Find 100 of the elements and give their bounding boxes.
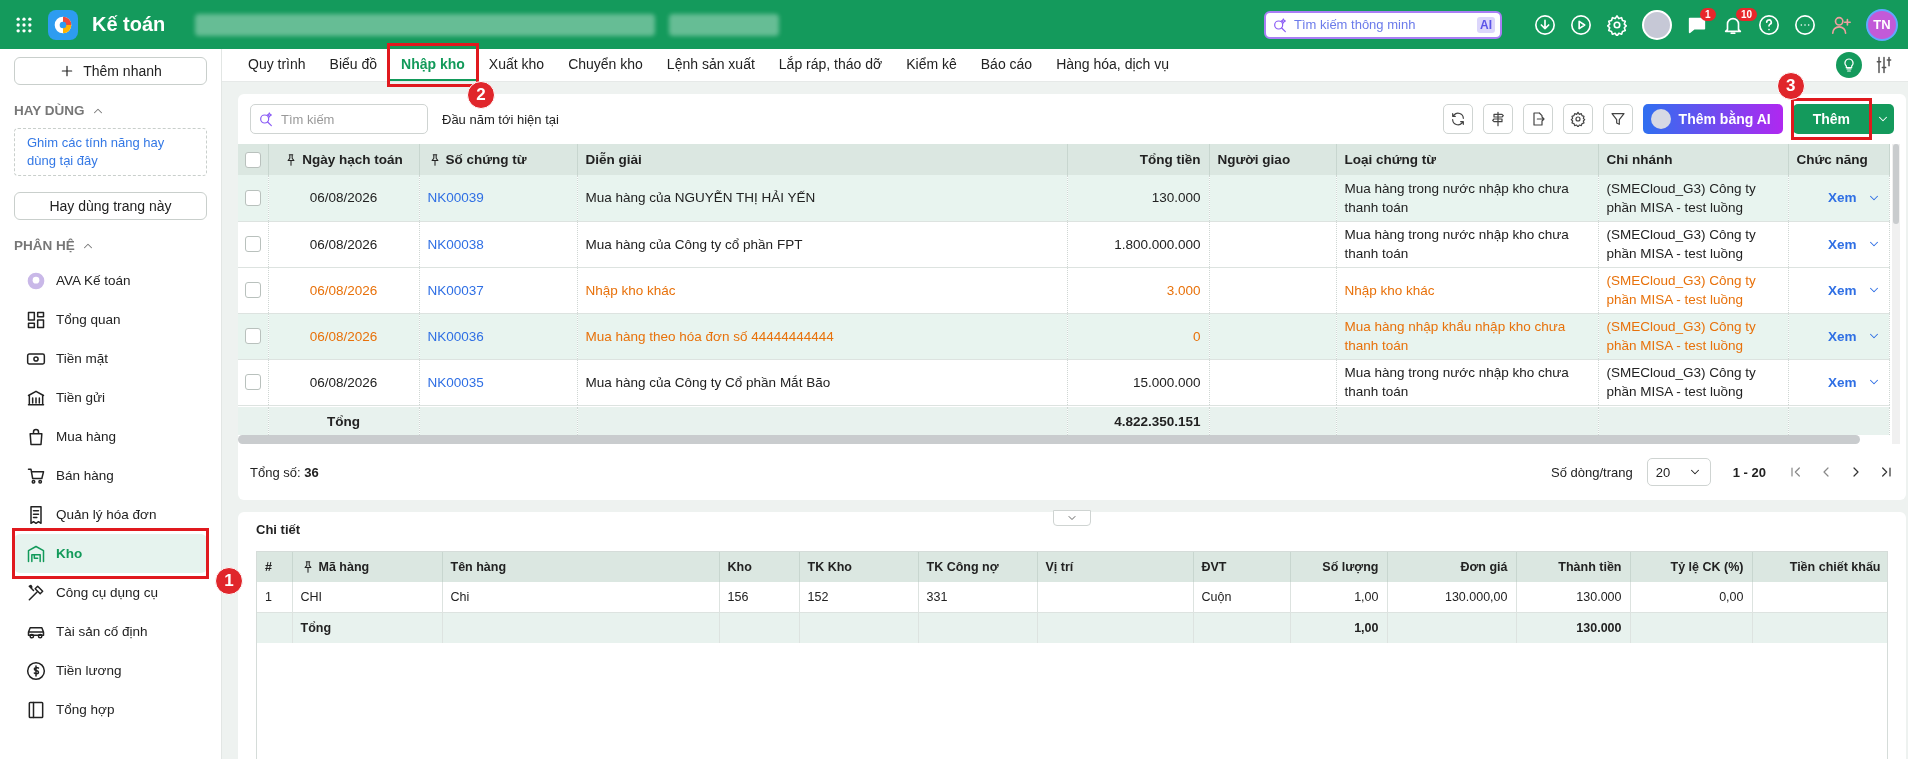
detail-title: Chi tiết (256, 522, 302, 537)
play-icon (1570, 13, 1592, 36)
ai-search-icon (1272, 16, 1288, 33)
download-button[interactable] (1534, 13, 1556, 36)
sidebar-item[interactable]: AVA Kế toán (14, 261, 207, 300)
tab[interactable]: Kiểm kê (894, 49, 969, 81)
select-all-checkbox[interactable] (244, 151, 261, 168)
view-link[interactable]: Xem (1827, 328, 1857, 344)
voucher-number-link[interactable]: NK00036 (427, 328, 484, 344)
view-link[interactable]: Xem (1827, 282, 1857, 298)
table-cell: 1,00 (1290, 582, 1387, 613)
tab[interactable]: Lắp ráp, tháo dỡ (766, 49, 895, 81)
section-title: PHÂN HỆ (14, 238, 75, 253)
column-header: Người giao (1217, 152, 1291, 167)
tab[interactable]: Biểu đồ (317, 49, 390, 81)
page-range: 1 - 20 (1732, 464, 1766, 480)
signpost-button[interactable] (1482, 104, 1513, 134)
row-checkbox[interactable] (244, 189, 261, 206)
total-count: Tổng số: 36 (250, 464, 319, 480)
lightbulb-icon (1841, 57, 1857, 73)
total-label: Tổng (292, 612, 442, 643)
tab[interactable]: Lệnh sản xuất (654, 49, 767, 81)
tab[interactable]: Nhập kho (389, 49, 477, 81)
sidebar-item[interactable]: Tiền lương (14, 651, 207, 690)
view-link[interactable]: Xem (1827, 236, 1857, 252)
row-checkbox[interactable] (244, 374, 261, 390)
add-button[interactable]: Thêm (1792, 104, 1870, 134)
table-cell: 331 (918, 582, 1037, 613)
voucher-number-link[interactable]: NK00038 (427, 236, 484, 252)
table-cell: 130.000 (1067, 175, 1209, 221)
download-icon (1534, 13, 1556, 36)
refresh-button[interactable] (1442, 104, 1473, 134)
settings-button[interactable] (1562, 104, 1593, 134)
table-row[interactable]: 06/08/2026 NK00036 Mua hàng theo hóa đơn số 44444444444 0 Mua hàng nhập khẩu nhập kho chưa thanh toán (SMECloud_G3) Công ty phần MISA - test luồng Xem (238, 313, 1889, 359)
view-link[interactable]: Xem (1827, 190, 1857, 206)
sidebar-item[interactable]: Tổng quan (14, 300, 207, 339)
table-cell: Mua hàng trong nước nhập kho chưa thanh toán (1336, 221, 1598, 267)
sidebar-item[interactable]: Quản lý hóa đơn (14, 495, 207, 534)
sidebar-item[interactable]: Công cụ dụng cụ (14, 573, 207, 612)
favorite-page-button[interactable]: Hay dùng trang này (14, 192, 207, 220)
table-row[interactable]: 06/08/2026 NK00038 Mua hàng của Công ty cổ phần FPT 1.800.000.000 Mua hàng trong nước nhập kho chưa thanh toán (SMECloud_G3) Công ty phần MISA - test luồng Xem (238, 221, 1889, 267)
total-cell: 130.000 (1516, 612, 1630, 643)
help-icon (1758, 13, 1780, 36)
column-header: Chi nhánh (1606, 152, 1673, 167)
rows-per-page-select[interactable]: 20 (1646, 458, 1711, 486)
app-logo-icon (48, 9, 78, 40)
table-row[interactable]: 06/08/2026 NK00035 Mua hàng của Công ty Cổ phần Mắt Bão 15.000.000 Mua hàng trong nước nhập kho chưa thanh toán (SMECloud_G3) Công ty phần MISA - test luồng Xem (238, 359, 1889, 405)
more-button[interactable] (1794, 13, 1816, 36)
search-field[interactable]: Tìm kiếm (250, 104, 428, 134)
sidebar-item[interactable]: Tiền mặt (14, 339, 207, 378)
voucher-number-link[interactable]: NK00035 (427, 374, 484, 390)
lightbulb-button[interactable] (1836, 52, 1862, 78)
row-checkbox[interactable] (244, 236, 261, 252)
tab[interactable]: Xuất kho (476, 49, 557, 81)
add-with-ai-button[interactable]: Thêm bằng AI (1642, 104, 1783, 134)
play-button[interactable] (1570, 13, 1592, 36)
help-button[interactable] (1758, 13, 1780, 36)
view-link[interactable]: Xem (1827, 374, 1857, 390)
table-cell: 06/08/2026 (268, 359, 419, 405)
column-header: Tên hàng (450, 560, 507, 574)
user-initials-avatar[interactable]: TN (1866, 8, 1898, 41)
section-title: HAY DÙNG (14, 103, 85, 118)
pin-hint-box: Ghim các tính năng hay dùng tại đây (14, 128, 207, 176)
tab[interactable]: Chuyển kho (556, 49, 655, 81)
column-header: Đơn giá (1460, 560, 1508, 574)
voucher-number-link[interactable]: NK00037 (427, 282, 484, 298)
tab[interactable]: Báo cáo (968, 49, 1045, 81)
notification-count-badge: 10 (1736, 7, 1758, 21)
period-filter[interactable]: Đầu năm tới hiện tại (442, 111, 559, 127)
table-cell: (SMECloud_G3) Công ty phần MISA - test luồng (1598, 359, 1788, 405)
table-row[interactable]: 06/08/2026 NK00039 Mua hàng của NGUYỄN THỊ HẢI YẾN 130.000 Mua hàng trong nước nhập kho chưa thanh toán (SMECloud_G3) Công ty phần MISA - test luồng Xem (238, 175, 1889, 221)
sidebar-item[interactable]: Mua hàng (14, 417, 207, 456)
book-icon (26, 699, 46, 720)
vertical-scrollbar[interactable] (1891, 144, 1900, 444)
tab[interactable]: Quy trình (236, 49, 318, 81)
sidebar-item[interactable]: Tổng hợp (14, 690, 207, 729)
customize-button[interactable] (1874, 55, 1894, 75)
table-cell: 15.000.000 (1067, 359, 1209, 405)
row-checkbox[interactable] (244, 328, 261, 344)
voucher-number-link[interactable]: NK00039 (427, 190, 484, 206)
table-cell: 3.000 (1067, 267, 1209, 313)
user-avatar[interactable] (1642, 9, 1672, 40)
sidebar-item[interactable]: Tài sản cố định (14, 612, 207, 651)
quick-add-button[interactable]: Thêm nhanh (14, 57, 207, 85)
row-checkbox[interactable] (244, 282, 261, 298)
export-button[interactable] (1522, 104, 1553, 134)
sidebar-item[interactable]: Tiền gửi (14, 378, 207, 417)
table-cell: 130.000 (1516, 582, 1630, 613)
add-options-button[interactable] (1870, 104, 1894, 134)
app-title: Kế toán (92, 13, 166, 36)
table-cell: Chi (442, 582, 719, 613)
horizontal-scrollbar[interactable] (238, 435, 1860, 444)
column-header: Số lượng (1322, 560, 1379, 574)
tab[interactable]: Hàng hóa, dịch vụ (1044, 49, 1181, 81)
filter-button[interactable] (1602, 104, 1633, 134)
table-row[interactable]: 06/08/2026 NK00037 Nhập kho khác 3.000 Nhập kho khác (SMECloud_G3) Công ty phần MISA - test luồng Xem (238, 267, 1889, 313)
column-header: TK Công nợ (926, 560, 999, 574)
sidebar-item[interactable]: Bán hàng (14, 456, 207, 495)
table-cell: Nhập kho khác (1336, 267, 1598, 313)
tools-icon (26, 582, 46, 603)
